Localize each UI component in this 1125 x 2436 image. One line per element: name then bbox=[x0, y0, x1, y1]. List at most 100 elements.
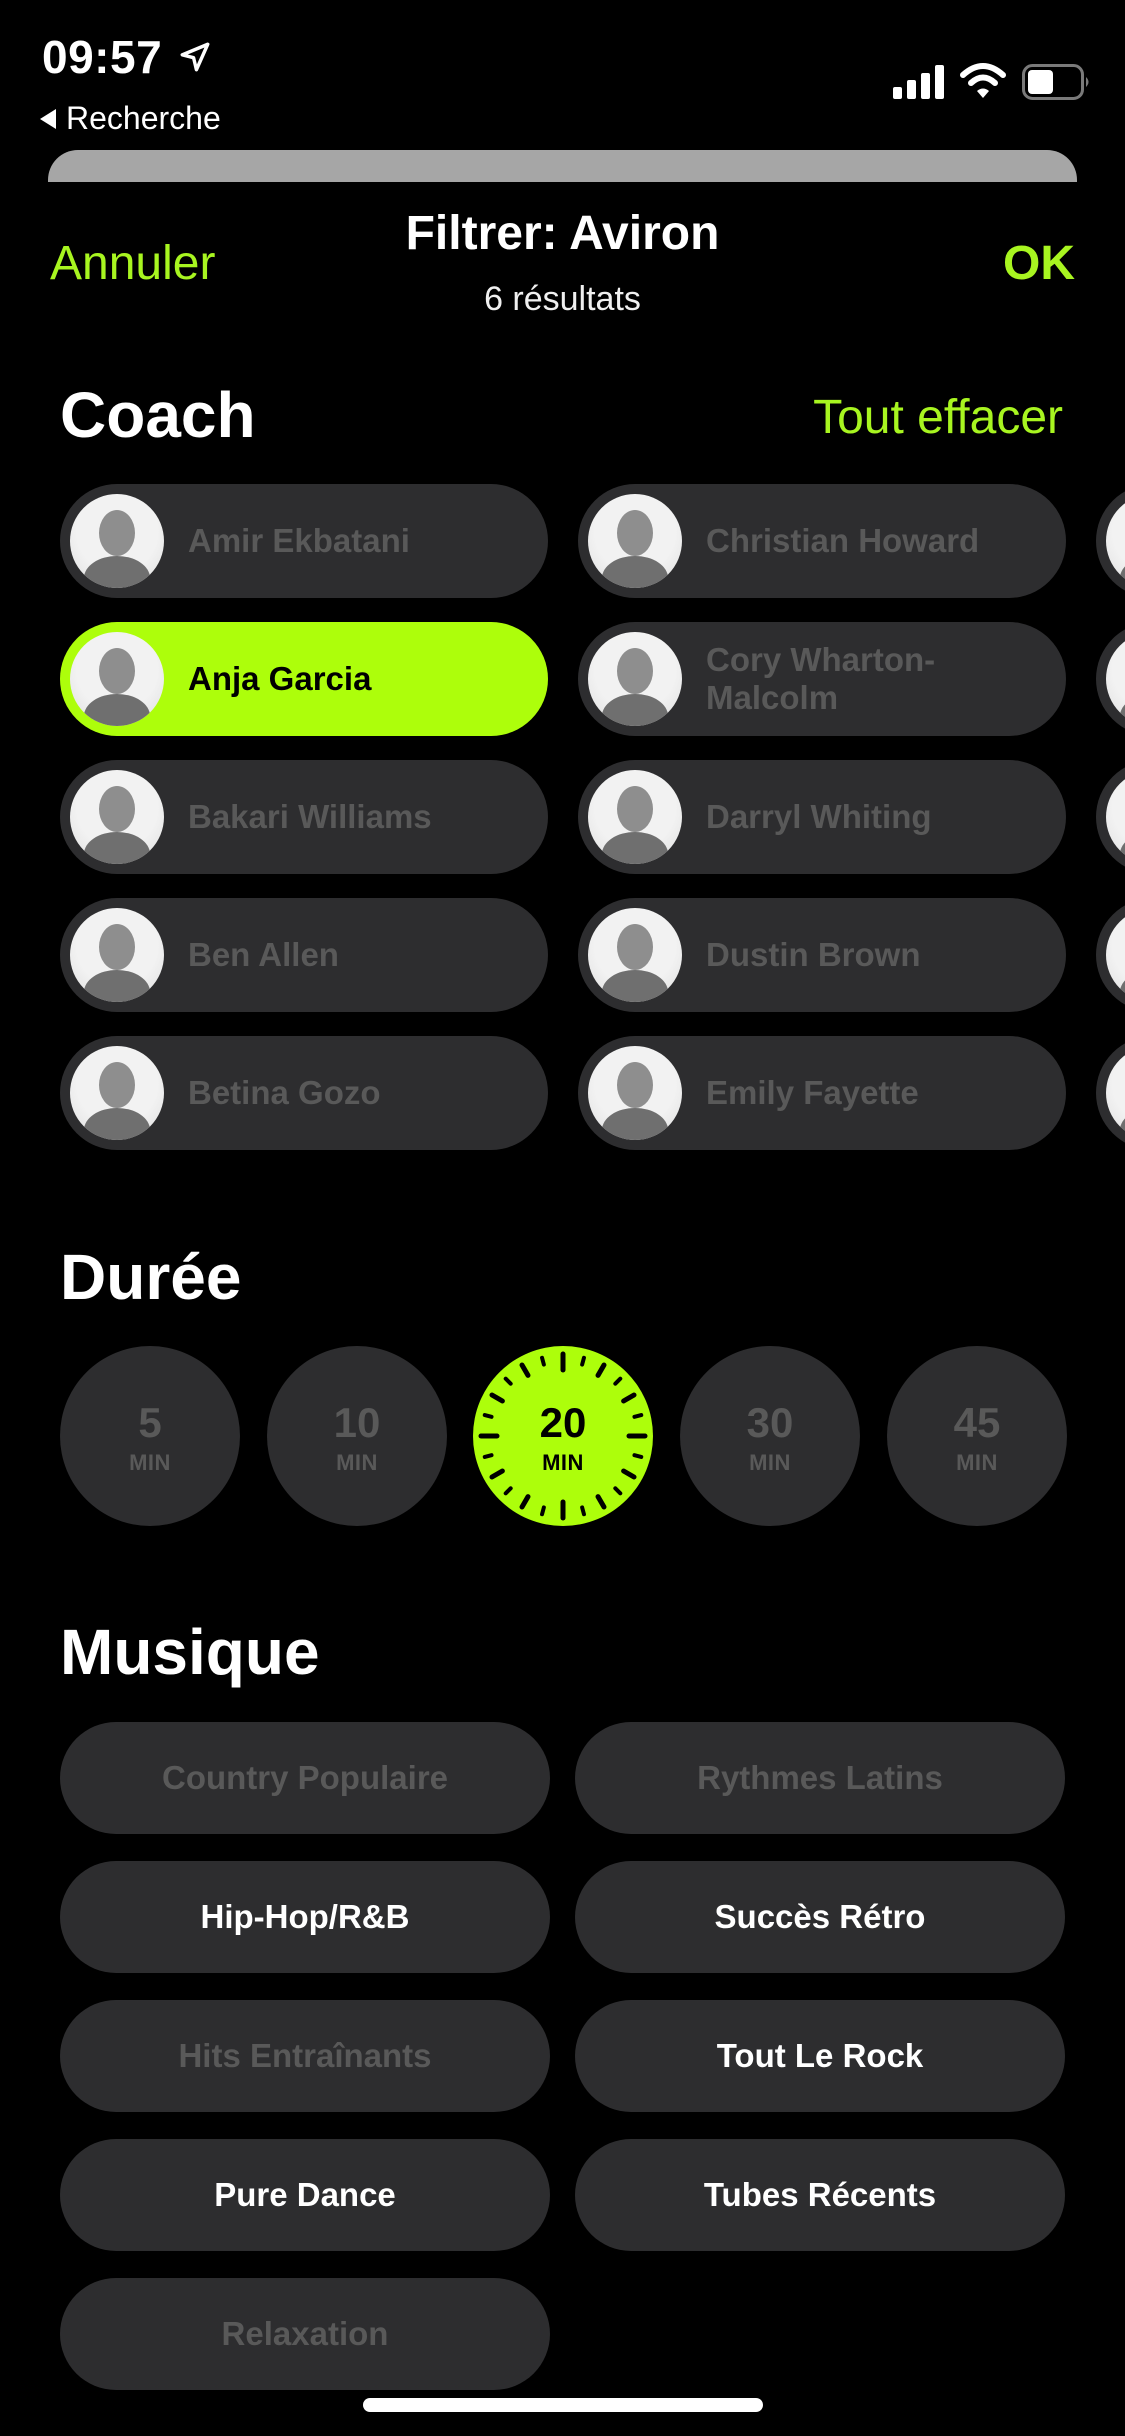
avatar bbox=[1106, 908, 1125, 1002]
avatar bbox=[1106, 494, 1125, 588]
music-option[interactable]: Tout Le Rock bbox=[575, 2000, 1065, 2112]
avatar bbox=[588, 770, 682, 864]
coach-pill[interactable]: Anja Garcia bbox=[60, 622, 548, 736]
avatar bbox=[588, 632, 682, 726]
coach-name: Anja Garcia bbox=[188, 660, 372, 698]
music-option[interactable]: Pure Dance bbox=[60, 2139, 550, 2251]
coach-pill[interactable]: Betina Gozo bbox=[60, 1036, 548, 1150]
avatar bbox=[1106, 1046, 1125, 1140]
results-count: 6 résultats bbox=[484, 280, 641, 318]
duration-value: 30 bbox=[746, 1399, 794, 1446]
coach-pill[interactable]: Bakari Williams bbox=[60, 760, 548, 874]
coach-heading: Coach bbox=[60, 379, 256, 451]
timer-tick bbox=[621, 1468, 637, 1480]
back-to-search-link[interactable]: Recherche bbox=[40, 100, 221, 137]
coach-pill[interactable]: Darryl Whiting bbox=[578, 760, 1066, 874]
location-arrow-icon bbox=[180, 42, 210, 72]
duration-unit: MIN bbox=[956, 1450, 998, 1475]
coach-name: Dustin Brown bbox=[706, 936, 921, 974]
timer-tick-minor bbox=[503, 1376, 513, 1386]
coach-pill-offscreen[interactable] bbox=[1096, 622, 1125, 736]
coach-name: Ben Allen bbox=[188, 936, 339, 974]
timer-tick-minor bbox=[540, 1355, 546, 1367]
home-indicator[interactable] bbox=[363, 2398, 763, 2412]
coach-pill-offscreen[interactable] bbox=[1096, 760, 1125, 874]
duration-unit: MIN bbox=[336, 1450, 378, 1475]
timer-tick bbox=[519, 1362, 531, 1378]
back-triangle-icon bbox=[40, 108, 56, 129]
duration-unit: MIN bbox=[749, 1450, 791, 1475]
duration-option[interactable]: 10 MIN bbox=[267, 1346, 447, 1526]
cellular-signal-icon bbox=[893, 65, 944, 99]
coach-name: Amir Ekbatani bbox=[188, 522, 410, 560]
timer-tick bbox=[489, 1392, 505, 1404]
music-option[interactable]: Tubes Récents bbox=[575, 2139, 1065, 2251]
coach-pill-offscreen[interactable] bbox=[1096, 1036, 1125, 1150]
duration-option[interactable]: 30 MIN bbox=[680, 1346, 860, 1526]
duration-option[interactable]: 45 MIN bbox=[887, 1346, 1067, 1526]
timer-tick-minor bbox=[632, 1453, 644, 1459]
avatar bbox=[1106, 770, 1125, 864]
timer-tick-minor bbox=[482, 1453, 494, 1459]
timer-tick-minor bbox=[540, 1505, 546, 1517]
coach-pill-offscreen[interactable] bbox=[1096, 898, 1125, 1012]
coach-pill[interactable]: Emily Fayette bbox=[578, 1036, 1066, 1150]
back-label: Recherche bbox=[66, 100, 221, 136]
avatar bbox=[1106, 632, 1125, 726]
coach-name: Bakari Williams bbox=[188, 798, 432, 836]
timer-tick bbox=[519, 1494, 531, 1510]
music-option[interactable]: Relaxation bbox=[60, 2278, 550, 2390]
avatar bbox=[588, 1046, 682, 1140]
coach-pill[interactable]: Ben Allen bbox=[60, 898, 548, 1012]
status-time: 09:57 bbox=[42, 31, 163, 83]
clear-all-button[interactable]: Tout effacer bbox=[813, 390, 1063, 445]
ok-button[interactable]: OK bbox=[1003, 236, 1075, 291]
duration-unit: MIN bbox=[129, 1450, 171, 1475]
music-heading: Musique bbox=[60, 1616, 320, 1688]
timer-tick-minor bbox=[503, 1486, 513, 1496]
music-option[interactable]: Rythmes Latins bbox=[575, 1722, 1065, 1834]
coach-pill[interactable]: Cory Wharton-Malcolm bbox=[578, 622, 1066, 736]
timer-tick bbox=[595, 1362, 607, 1378]
avatar bbox=[70, 1046, 164, 1140]
coach-name: Darryl Whiting bbox=[706, 798, 932, 836]
avatar bbox=[588, 908, 682, 1002]
coach-name: Emily Fayette bbox=[706, 1074, 919, 1112]
timer-tick-minor bbox=[580, 1505, 586, 1517]
music-option[interactable]: Hits Entraînants bbox=[60, 2000, 550, 2112]
timer-tick-minor bbox=[580, 1355, 586, 1367]
duration-value: 10 bbox=[333, 1399, 381, 1446]
timer-tick-minor bbox=[613, 1486, 623, 1496]
music-option[interactable]: Succès Rétro bbox=[575, 1861, 1065, 1973]
coach-name: Cory Wharton-Malcolm bbox=[706, 641, 936, 716]
duration-heading: Durée bbox=[60, 1241, 242, 1313]
coach-pill[interactable]: Christian Howard bbox=[578, 484, 1066, 598]
timer-tick bbox=[489, 1468, 505, 1480]
timer-tick bbox=[595, 1494, 607, 1510]
timer-tick-minor bbox=[482, 1413, 494, 1419]
duration-value: 45 bbox=[953, 1399, 1001, 1446]
timer-ticks-icon bbox=[478, 1351, 648, 1521]
battery-icon bbox=[1022, 64, 1089, 100]
avatar bbox=[70, 770, 164, 864]
wifi-icon bbox=[960, 63, 1006, 98]
coach-pill[interactable]: Dustin Brown bbox=[578, 898, 1066, 1012]
coach-pill[interactable]: Amir Ekbatani bbox=[60, 484, 548, 598]
duration-option[interactable]: 20 MIN bbox=[473, 1346, 653, 1526]
duration-option[interactable]: 5 MIN bbox=[60, 1346, 240, 1526]
timer-tick-minor bbox=[632, 1413, 644, 1419]
timer-tick-minor bbox=[613, 1376, 623, 1386]
avatar bbox=[70, 632, 164, 726]
coach-name: Betina Gozo bbox=[188, 1074, 381, 1112]
sheet-background-edge bbox=[48, 150, 1077, 182]
page-title: Filtrer: Aviron bbox=[405, 207, 720, 260]
coach-pill-offscreen[interactable] bbox=[1096, 484, 1125, 598]
music-option[interactable]: Hip-Hop/R&B bbox=[60, 1861, 550, 1973]
duration-value: 5 bbox=[138, 1399, 162, 1446]
avatar bbox=[70, 494, 164, 588]
avatar bbox=[70, 908, 164, 1002]
avatar bbox=[588, 494, 682, 588]
music-option[interactable]: Country Populaire bbox=[60, 1722, 550, 1834]
coach-name: Christian Howard bbox=[706, 522, 980, 560]
timer-tick bbox=[621, 1392, 637, 1404]
